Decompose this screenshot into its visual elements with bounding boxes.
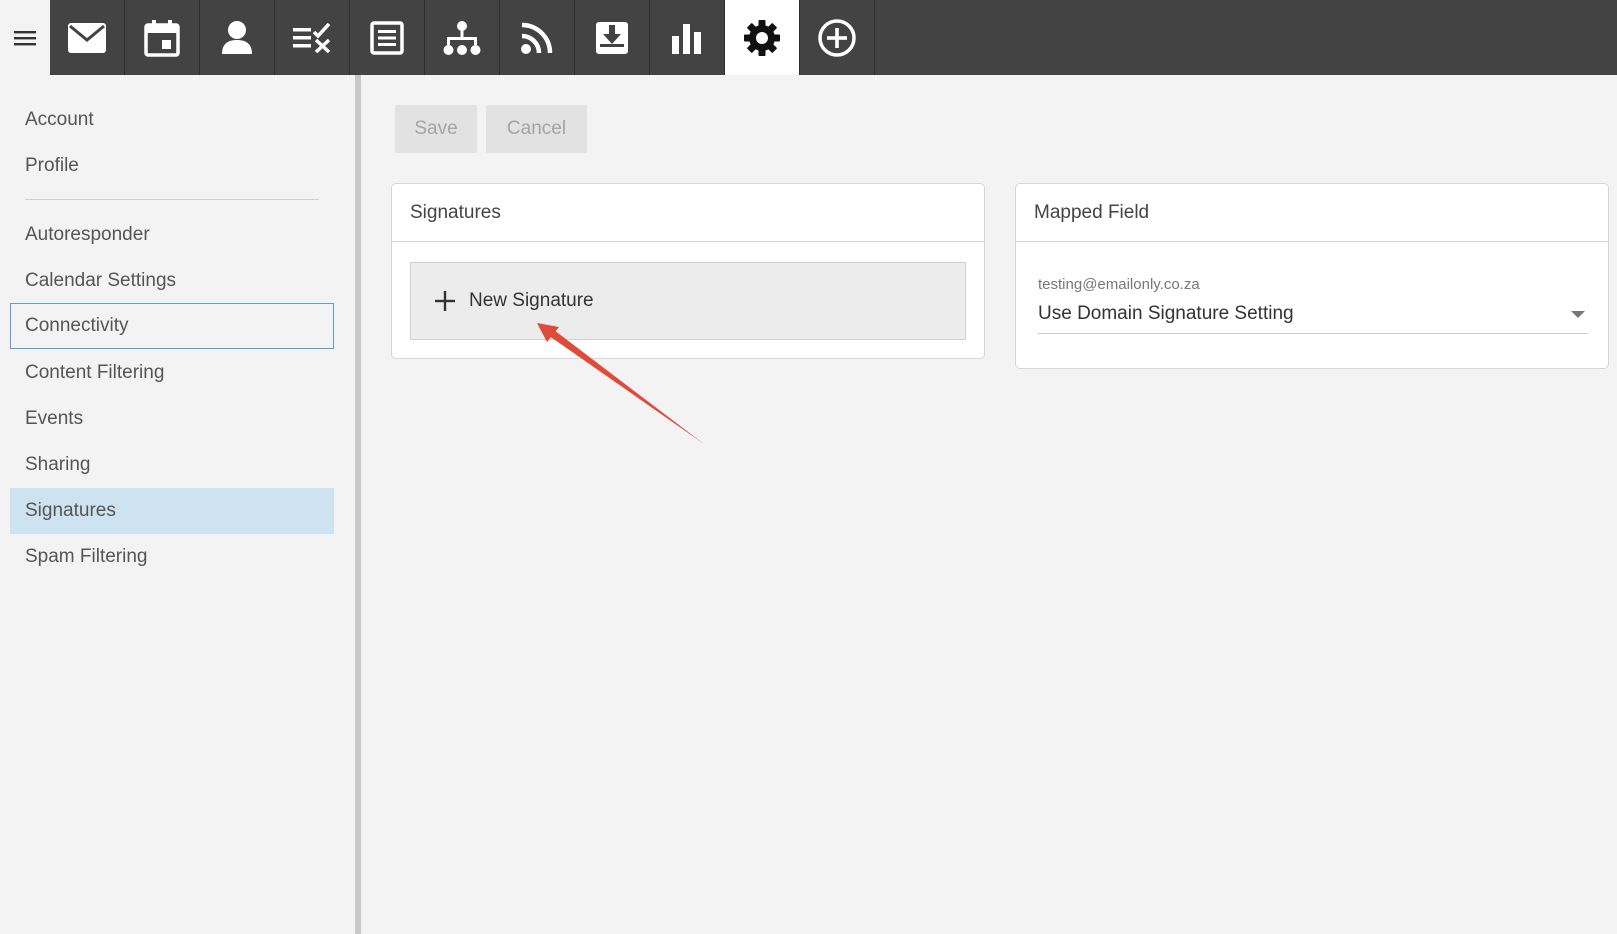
new-signature-label: New Signature <box>469 290 594 311</box>
org-chart-icon[interactable] <box>425 0 500 75</box>
tasks-icon[interactable] <box>275 0 350 75</box>
sidebar-item-label: Autoresponder <box>25 224 150 245</box>
top-toolbar <box>0 0 1617 75</box>
sidebar-item-label: Connectivity <box>25 315 129 336</box>
rss-icon[interactable] <box>500 0 575 75</box>
sidebar-separator <box>25 199 319 200</box>
settings-gear-icon[interactable] <box>725 0 800 75</box>
mapped-field-card: Mapped Field testing@emailonly.co.za Use… <box>1015 183 1609 369</box>
sidebar-item-label: Sharing <box>25 454 91 475</box>
hamburger-menu-icon[interactable] <box>0 0 50 75</box>
mail-icon[interactable] <box>50 0 125 75</box>
save-button-label: Save <box>414 118 458 139</box>
new-signature-button[interactable]: New Signature <box>410 262 966 340</box>
signature-setting-dropdown[interactable]: Use Domain Signature Setting <box>1038 294 1588 334</box>
signatures-card-title: Signatures <box>410 201 501 223</box>
mapped-field-card-header: Mapped Field <box>1016 184 1608 242</box>
sidebar-item-events[interactable]: Events <box>10 396 334 442</box>
sidebar-item-sharing[interactable]: Sharing <box>10 442 334 488</box>
calendar-icon[interactable] <box>125 0 200 75</box>
signatures-card-header: Signatures <box>392 184 984 242</box>
sidebar-item-spam-filtering[interactable]: Spam Filtering <box>10 534 334 580</box>
sidebar-item-label: Spam Filtering <box>25 546 148 567</box>
chevron-down-icon <box>1570 309 1588 319</box>
sidebar-item-label: Content Filtering <box>25 362 165 383</box>
add-circle-icon[interactable] <box>800 0 875 75</box>
sidebar-item-label: Account <box>25 109 94 130</box>
sidebar-divider[interactable] <box>355 75 361 934</box>
sidebar-item-profile[interactable]: Profile <box>10 143 334 189</box>
sidebar-item-label: Events <box>25 408 84 429</box>
sidebar-item-account[interactable]: Account <box>10 97 334 143</box>
sidebar-item-signatures[interactable]: Signatures <box>10 488 334 534</box>
sidebar-item-connectivity[interactable]: Connectivity <box>10 303 334 349</box>
sidebar-item-label: Profile <box>25 155 79 176</box>
contacts-icon[interactable] <box>200 0 275 75</box>
sidebar-item-autoresponder[interactable]: Autoresponder <box>10 212 334 258</box>
signatures-card: Signatures New Signature <box>391 183 985 359</box>
sidebar-item-label: Signatures <box>25 500 116 521</box>
mapped-field-title: Mapped Field <box>1034 201 1150 223</box>
dropdown-selected-value: Use Domain Signature Setting <box>1038 302 1294 324</box>
cancel-button-label: Cancel <box>506 118 567 139</box>
download-icon[interactable] <box>575 0 650 75</box>
sidebar-item-content-filtering[interactable]: Content Filtering <box>10 350 334 396</box>
cancel-button[interactable]: Cancel <box>486 105 587 153</box>
save-button[interactable]: Save <box>395 105 477 153</box>
sidebar-item-calendar-settings[interactable]: Calendar Settings <box>10 258 334 304</box>
notes-icon[interactable] <box>350 0 425 75</box>
stats-icon[interactable] <box>650 0 725 75</box>
mapped-email-label: testing@emailonly.co.za <box>1038 276 1200 293</box>
sidebar-item-label: Calendar Settings <box>25 270 177 291</box>
plus-icon <box>435 291 455 311</box>
